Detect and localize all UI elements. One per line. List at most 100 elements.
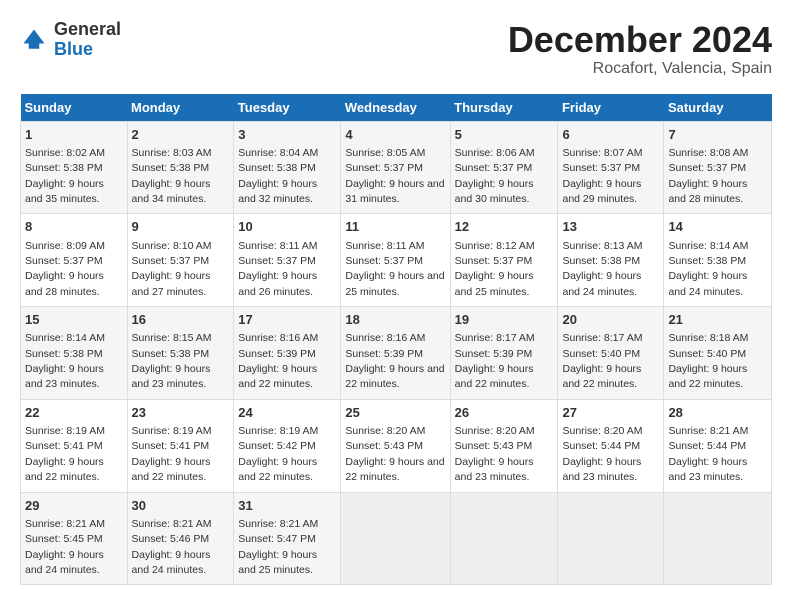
- day-number: 12: [455, 218, 554, 236]
- day-number: 28: [668, 404, 767, 422]
- calendar-cell: 11 Sunrise: 8:11 AMSunset: 5:37 PMDayligh…: [341, 214, 450, 307]
- day-number: 27: [562, 404, 659, 422]
- weekday-header: Friday: [558, 94, 664, 122]
- calendar-cell: 25 Sunrise: 8:20 AMSunset: 5:43 PMDayligh…: [341, 399, 450, 492]
- cell-text: Sunrise: 8:17 AMSunset: 5:40 PMDaylight:…: [562, 332, 642, 390]
- day-number: 9: [132, 218, 230, 236]
- weekday-header: Sunday: [21, 94, 128, 122]
- day-number: 11: [345, 218, 445, 236]
- logo-text: General Blue: [54, 20, 121, 60]
- cell-text: Sunrise: 8:02 AMSunset: 5:38 PMDaylight:…: [25, 147, 105, 205]
- calendar-cell: 9 Sunrise: 8:10 AMSunset: 5:37 PMDaylight…: [127, 214, 234, 307]
- cell-text: Sunrise: 8:21 AMSunset: 5:44 PMDaylight:…: [668, 425, 748, 483]
- weekday-header: Monday: [127, 94, 234, 122]
- cell-text: Sunrise: 8:20 AMSunset: 5:43 PMDaylight:…: [345, 425, 444, 483]
- calendar-cell: 27 Sunrise: 8:20 AMSunset: 5:44 PMDayligh…: [558, 399, 664, 492]
- calendar-cell: [341, 492, 450, 585]
- day-number: 22: [25, 404, 123, 422]
- cell-text: Sunrise: 8:21 AMSunset: 5:46 PMDaylight:…: [132, 518, 212, 576]
- day-number: 3: [238, 126, 336, 144]
- day-number: 29: [25, 497, 123, 515]
- cell-text: Sunrise: 8:10 AMSunset: 5:37 PMDaylight:…: [132, 240, 212, 298]
- cell-text: Sunrise: 8:07 AMSunset: 5:37 PMDaylight:…: [562, 147, 642, 205]
- calendar-week-row: 29Sunrise: 8:21 AMSunset: 5:45 PMDayligh…: [21, 492, 772, 585]
- cell-text: Sunrise: 8:11 AMSunset: 5:37 PMDaylight:…: [345, 240, 444, 298]
- day-number: 21: [668, 311, 767, 329]
- cell-text: Sunrise: 8:16 AMSunset: 5:39 PMDaylight:…: [238, 332, 318, 390]
- cell-text: Sunrise: 8:04 AMSunset: 5:38 PMDaylight:…: [238, 147, 318, 205]
- cell-text: Sunrise: 8:03 AMSunset: 5:38 PMDaylight:…: [132, 147, 212, 205]
- cell-text: Sunrise: 8:19 AMSunset: 5:42 PMDaylight:…: [238, 425, 318, 483]
- cell-text: Sunrise: 8:20 AMSunset: 5:43 PMDaylight:…: [455, 425, 535, 483]
- day-number: 20: [562, 311, 659, 329]
- cell-text: Sunrise: 8:20 AMSunset: 5:44 PMDaylight:…: [562, 425, 642, 483]
- calendar-week-row: 1Sunrise: 8:02 AMSunset: 5:38 PMDaylight…: [21, 121, 772, 214]
- cell-text: Sunrise: 8:14 AMSunset: 5:38 PMDaylight:…: [25, 332, 105, 390]
- day-number: 18: [345, 311, 445, 329]
- calendar-cell: 17 Sunrise: 8:16 AMSunset: 5:39 PMDayligh…: [234, 307, 341, 400]
- calendar-cell: 20 Sunrise: 8:17 AMSunset: 5:40 PMDayligh…: [558, 307, 664, 400]
- calendar-week-row: 8Sunrise: 8:09 AMSunset: 5:37 PMDaylight…: [21, 214, 772, 307]
- cell-text: Sunrise: 8:14 AMSunset: 5:38 PMDaylight:…: [668, 240, 748, 298]
- calendar-cell: [450, 492, 558, 585]
- calendar-cell: 19Sunrise: 8:17 AMSunset: 5:39 PMDayligh…: [450, 307, 558, 400]
- page-header: General Blue December 2024 Rocafort, Val…: [20, 20, 772, 78]
- calendar-cell: 5 Sunrise: 8:06 AMSunset: 5:37 PMDaylight…: [450, 121, 558, 214]
- calendar-cell: 22 Sunrise: 8:19 AMSunset: 5:41 PMDayligh…: [21, 399, 128, 492]
- cell-text: Sunrise: 8:15 AMSunset: 5:38 PMDaylight:…: [132, 332, 212, 390]
- cell-text: Sunrise: 8:11 AMSunset: 5:37 PMDaylight:…: [238, 240, 317, 298]
- title-block: December 2024 Rocafort, Valencia, Spain: [508, 20, 772, 78]
- weekday-header: Wednesday: [341, 94, 450, 122]
- calendar-cell: 24 Sunrise: 8:19 AMSunset: 5:42 PMDayligh…: [234, 399, 341, 492]
- day-number: 5: [455, 126, 554, 144]
- calendar-cell: 31Sunrise: 8:21 AMSunset: 5:47 PMDayligh…: [234, 492, 341, 585]
- logo-blue: Blue: [54, 40, 121, 60]
- day-number: 10: [238, 218, 336, 236]
- weekday-header: Saturday: [664, 94, 772, 122]
- calendar-cell: 6 Sunrise: 8:07 AMSunset: 5:37 PMDaylight…: [558, 121, 664, 214]
- weekday-header: Thursday: [450, 94, 558, 122]
- day-number: 14: [668, 218, 767, 236]
- day-number: 2: [132, 126, 230, 144]
- calendar-cell: 30 Sunrise: 8:21 AMSunset: 5:46 PMDayligh…: [127, 492, 234, 585]
- day-number: 30: [132, 497, 230, 515]
- day-number: 17: [238, 311, 336, 329]
- day-number: 6: [562, 126, 659, 144]
- cell-text: Sunrise: 8:16 AMSunset: 5:39 PMDaylight:…: [345, 332, 444, 390]
- cell-text: Sunrise: 8:21 AMSunset: 5:47 PMDaylight:…: [238, 518, 318, 576]
- logo: General Blue: [20, 20, 121, 60]
- cell-text: Sunrise: 8:19 AMSunset: 5:41 PMDaylight:…: [132, 425, 212, 483]
- day-number: 24: [238, 404, 336, 422]
- day-number: 15: [25, 311, 123, 329]
- day-number: 26: [455, 404, 554, 422]
- cell-text: Sunrise: 8:18 AMSunset: 5:40 PMDaylight:…: [668, 332, 748, 390]
- cell-text: Sunrise: 8:09 AMSunset: 5:37 PMDaylight:…: [25, 240, 105, 298]
- weekday-header: Tuesday: [234, 94, 341, 122]
- calendar-cell: 23Sunrise: 8:19 AMSunset: 5:41 PMDayligh…: [127, 399, 234, 492]
- day-number: 13: [562, 218, 659, 236]
- cell-text: Sunrise: 8:12 AMSunset: 5:37 PMDaylight:…: [455, 240, 535, 298]
- cell-text: Sunrise: 8:06 AMSunset: 5:37 PMDaylight:…: [455, 147, 535, 205]
- day-number: 7: [668, 126, 767, 144]
- calendar-cell: 16Sunrise: 8:15 AMSunset: 5:38 PMDayligh…: [127, 307, 234, 400]
- calendar-cell: 18 Sunrise: 8:16 AMSunset: 5:39 PMDayligh…: [341, 307, 450, 400]
- calendar-cell: 12 Sunrise: 8:12 AMSunset: 5:37 PMDayligh…: [450, 214, 558, 307]
- calendar-cell: 4 Sunrise: 8:05 AMSunset: 5:37 PMDaylight…: [341, 121, 450, 214]
- cell-text: Sunrise: 8:17 AMSunset: 5:39 PMDaylight:…: [455, 332, 535, 390]
- calendar-cell: [664, 492, 772, 585]
- day-number: 4: [345, 126, 445, 144]
- calendar-cell: 26 Sunrise: 8:20 AMSunset: 5:43 PMDayligh…: [450, 399, 558, 492]
- cell-text: Sunrise: 8:19 AMSunset: 5:41 PMDaylight:…: [25, 425, 105, 483]
- calendar-cell: 2 Sunrise: 8:03 AMSunset: 5:38 PMDaylight…: [127, 121, 234, 214]
- cell-text: Sunrise: 8:13 AMSunset: 5:38 PMDaylight:…: [562, 240, 642, 298]
- cell-text: Sunrise: 8:08 AMSunset: 5:37 PMDaylight:…: [668, 147, 748, 205]
- calendar-table: SundayMondayTuesdayWednesdayThursdayFrid…: [20, 94, 772, 586]
- day-number: 25: [345, 404, 445, 422]
- calendar-cell: 3 Sunrise: 8:04 AMSunset: 5:38 PMDaylight…: [234, 121, 341, 214]
- location-title: Rocafort, Valencia, Spain: [508, 60, 772, 78]
- cell-text: Sunrise: 8:05 AMSunset: 5:37 PMDaylight:…: [345, 147, 444, 205]
- calendar-cell: 8Sunrise: 8:09 AMSunset: 5:37 PMDaylight…: [21, 214, 128, 307]
- calendar-cell: 10 Sunrise: 8:11 AMSunset: 5:37 PMDayligh…: [234, 214, 341, 307]
- month-title: December 2024: [508, 20, 772, 60]
- calendar-cell: 29Sunrise: 8:21 AMSunset: 5:45 PMDayligh…: [21, 492, 128, 585]
